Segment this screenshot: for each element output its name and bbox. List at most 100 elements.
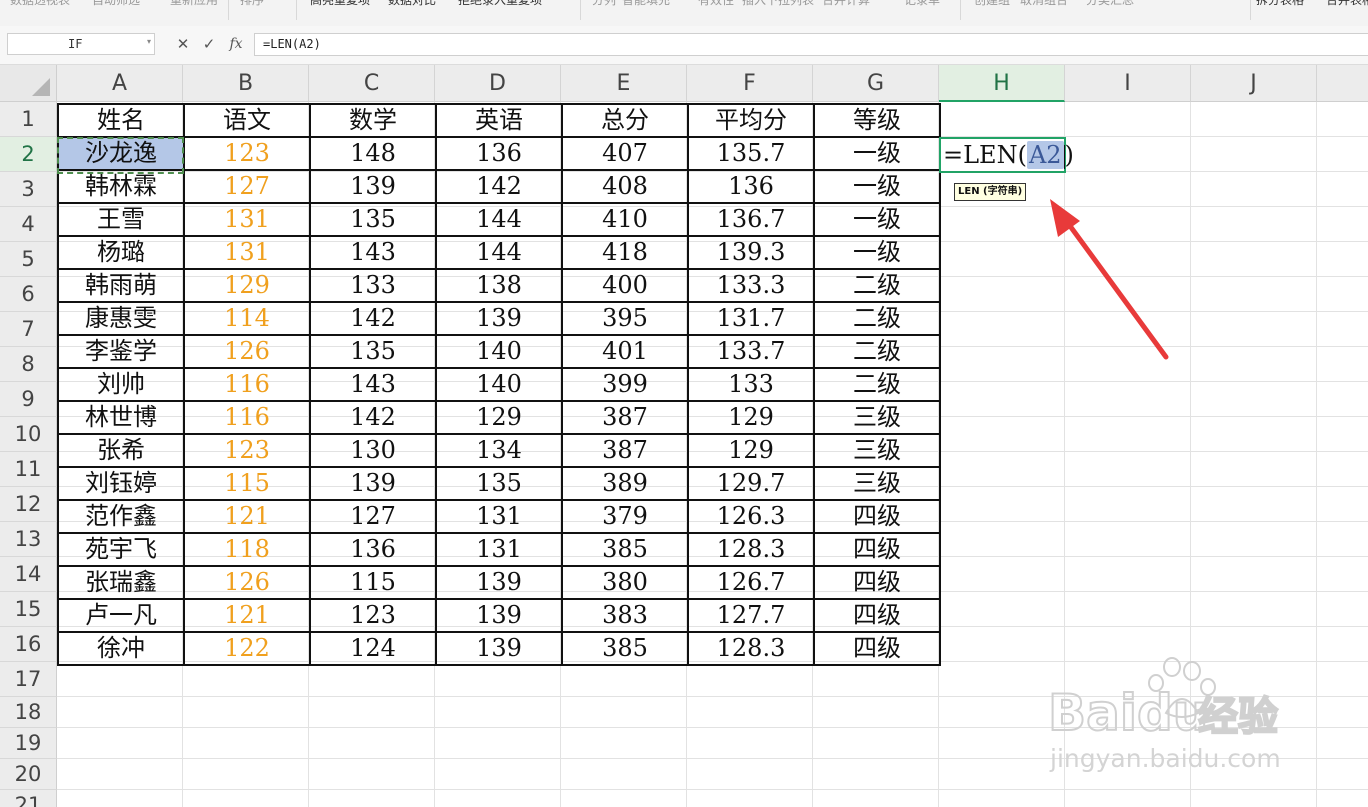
table-cell[interactable]: 383 [561,598,689,633]
table-cell[interactable]: 139 [435,301,563,336]
table-cell[interactable]: 张希 [57,433,185,468]
table-header-cell[interactable]: 姓名 [57,103,185,138]
table-cell[interactable]: 131 [435,532,563,567]
ribbon-item[interactable]: 分类汇总 [1086,0,1134,8]
table-cell[interactable]: 李鉴学 [57,334,185,369]
table-cell[interactable]: 389 [561,466,689,501]
table-header-cell[interactable]: 等级 [813,103,941,138]
table-cell[interactable]: 123 [309,598,437,633]
table-cell[interactable]: 二级 [813,367,941,402]
column-header-partial[interactable] [1317,65,1368,102]
row-header-12[interactable]: 12 [0,487,57,522]
table-cell[interactable]: 121 [183,598,311,633]
row-header-7[interactable]: 7 [0,312,57,347]
ribbon-item[interactable]: 分列 [592,0,616,8]
table-cell[interactable]: 142 [435,169,563,204]
table-cell[interactable]: 116 [183,400,311,435]
table-cell[interactable]: 140 [435,334,563,369]
row-header-21[interactable]: 21 [0,790,57,807]
table-cell[interactable]: 135 [435,466,563,501]
name-box[interactable]: IF ▾ [7,33,155,55]
table-cell[interactable]: 387 [561,400,689,435]
table-cell[interactable]: 135 [309,334,437,369]
table-cell[interactable]: 142 [309,400,437,435]
row-header-14[interactable]: 14 [0,557,57,592]
table-cell[interactable]: 三级 [813,433,941,468]
table-cell[interactable]: 韩雨萌 [57,268,185,303]
table-header-cell[interactable]: 平均分 [687,103,815,138]
table-cell[interactable]: 徐冲 [57,631,185,666]
table-cell[interactable]: 126 [183,565,311,600]
table-cell[interactable]: 134 [435,433,563,468]
row-header-19[interactable]: 19 [0,728,57,759]
row-header-17[interactable]: 17 [0,662,57,697]
column-header-f[interactable]: F [687,65,813,102]
table-cell[interactable]: 128.3 [687,631,815,666]
table-cell[interactable]: 130 [309,433,437,468]
table-cell[interactable]: 144 [435,235,563,270]
table-cell[interactable]: 一级 [813,136,941,171]
table-cell[interactable]: 139 [309,466,437,501]
row-header-1[interactable]: 1 [0,102,57,137]
confirm-icon[interactable]: ✓ [199,33,219,55]
table-cell[interactable]: 128.3 [687,532,815,567]
table-header-cell[interactable]: 英语 [435,103,563,138]
table-cell[interactable]: 143 [309,367,437,402]
row-header-13[interactable]: 13 [0,522,57,557]
table-cell[interactable]: 139 [435,598,563,633]
row-header-18[interactable]: 18 [0,697,57,728]
table-cell[interactable]: 131 [183,202,311,237]
table-cell[interactable]: 133 [309,268,437,303]
column-header-i[interactable]: I [1065,65,1191,102]
ribbon-item[interactable]: 拒绝录入重复项 [458,0,542,8]
table-cell[interactable]: 138 [435,268,563,303]
table-cell[interactable]: 王雪 [57,202,185,237]
table-cell[interactable]: 范作鑫 [57,499,185,534]
row-header-16[interactable]: 16 [0,627,57,662]
table-cell[interactable]: 沙龙逸 [57,136,185,171]
column-header-d[interactable]: D [435,65,561,102]
table-cell[interactable]: 一级 [813,169,941,204]
table-cell[interactable]: 408 [561,169,689,204]
table-cell[interactable]: 142 [309,301,437,336]
ribbon-item[interactable]: 拆分表格 [1256,0,1304,8]
table-cell[interactable]: 127.7 [687,598,815,633]
column-header-g[interactable]: G [813,65,939,102]
table-cell[interactable]: 一级 [813,235,941,270]
table-cell[interactable]: 131 [435,499,563,534]
ribbon-item[interactable]: 取消组合 [1020,0,1068,8]
table-header-cell[interactable]: 数学 [309,103,437,138]
table-cell[interactable]: 126.3 [687,499,815,534]
ribbon-item[interactable]: 排序 [240,0,264,8]
ribbon-item[interactable]: 记录单 [904,0,940,8]
table-cell[interactable]: 122 [183,631,311,666]
table-cell[interactable]: 127 [183,169,311,204]
table-cell[interactable]: 400 [561,268,689,303]
table-cell[interactable]: 379 [561,499,689,534]
table-cell[interactable]: 韩林霖 [57,169,185,204]
table-cell[interactable]: 二级 [813,301,941,336]
row-header-11[interactable]: 11 [0,452,57,487]
table-cell[interactable]: 144 [435,202,563,237]
table-cell[interactable]: 刘帅 [57,367,185,402]
table-cell[interactable]: 410 [561,202,689,237]
table-cell[interactable]: 三级 [813,400,941,435]
ribbon-item[interactable]: 合并表格 [1326,0,1368,8]
ribbon-item[interactable]: 重新应用 [170,0,218,8]
table-header-cell[interactable]: 语文 [183,103,311,138]
table-cell[interactable]: 一级 [813,202,941,237]
column-header-a[interactable]: A [57,65,183,102]
table-cell[interactable]: 418 [561,235,689,270]
table-cell[interactable]: 二级 [813,334,941,369]
row-header-2[interactable]: 2 [0,137,57,172]
table-cell[interactable]: 123 [183,136,311,171]
select-all-corner[interactable] [0,65,57,102]
ribbon-item[interactable]: 智能填充 [622,0,670,8]
table-cell[interactable]: 杨璐 [57,235,185,270]
column-header-b[interactable]: B [183,65,309,102]
row-header-4[interactable]: 4 [0,207,57,242]
row-header-5[interactable]: 5 [0,242,57,277]
table-cell[interactable]: 116 [183,367,311,402]
table-cell[interactable]: 二级 [813,268,941,303]
column-header-c[interactable]: C [309,65,435,102]
